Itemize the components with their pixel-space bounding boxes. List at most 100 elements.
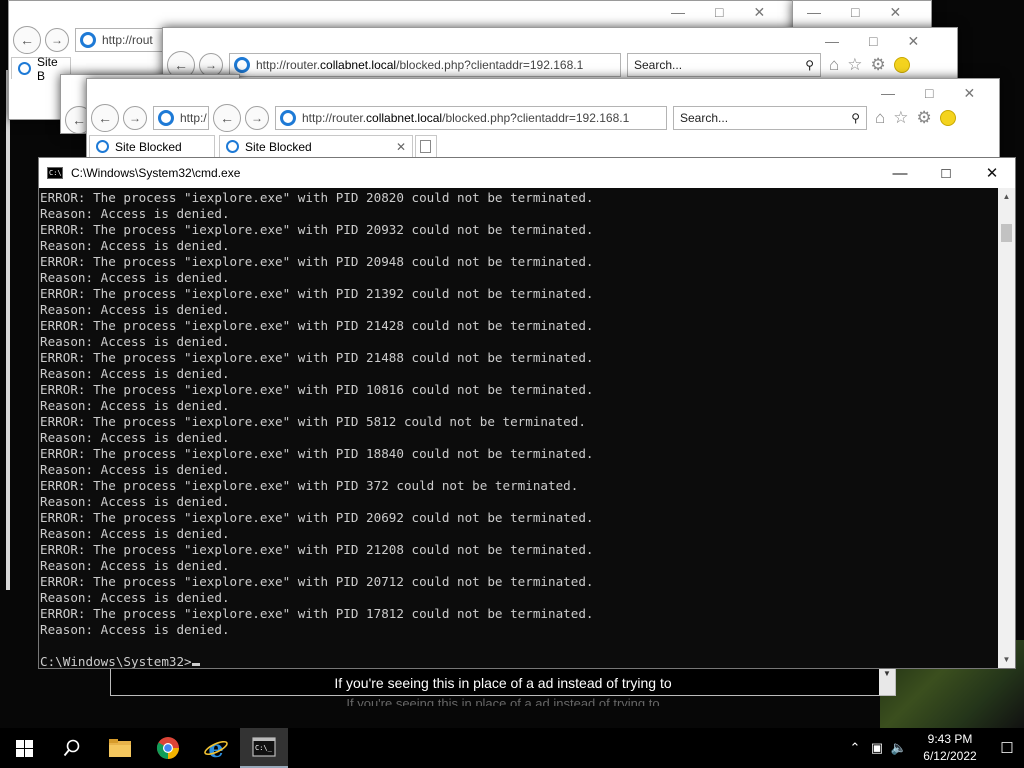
- ie-page-icon: [234, 57, 250, 73]
- search-placeholder: Search...: [634, 58, 683, 72]
- window-controls: — □ ✕: [825, 33, 919, 50]
- cmd-output-line: Reason: Access is denied.: [40, 526, 230, 541]
- cmd-app-icon: C:\: [47, 167, 63, 179]
- clock-date: 6/12/2022: [923, 749, 977, 763]
- maximize-icon[interactable]: □: [923, 158, 969, 188]
- maximize-icon[interactable]: □: [869, 33, 877, 50]
- address-bar-partial[interactable]: http:/: [153, 106, 209, 130]
- address-prefix: http://router.: [302, 111, 367, 125]
- maximize-icon[interactable]: □: [851, 4, 859, 21]
- tab-site-blocked-2[interactable]: Site Blocked ✕: [219, 135, 413, 157]
- minimize-icon[interactable]: —: [671, 4, 685, 21]
- back-button[interactable]: ←: [13, 26, 41, 54]
- volume-icon[interactable]: 🔈: [888, 740, 910, 756]
- search-box[interactable]: Search... ⚲: [673, 106, 867, 130]
- ad-text-echo: If you're seeing this in place of a ad i…: [346, 696, 660, 706]
- cmd-output-line: Reason: Access is denied.: [40, 462, 230, 477]
- ie-tab-icon: [226, 140, 239, 153]
- minimize-icon[interactable]: —: [881, 85, 895, 102]
- ie-window-front[interactable]: ← → http:/ ← → http://router. collabnet.l…: [86, 78, 1000, 160]
- maximize-icon[interactable]: □: [715, 4, 723, 21]
- address-suffix: /blocked.php?clientaddr=192.168.1: [442, 111, 630, 125]
- cmd-output-line: ERROR: The process "iexplore.exe" with P…: [40, 606, 594, 621]
- start-button[interactable]: [0, 728, 48, 768]
- back-button[interactable]: ←: [91, 104, 119, 132]
- minimize-icon[interactable]: —: [825, 33, 839, 50]
- internet-explorer-button[interactable]: e: [192, 728, 240, 768]
- gear-icon[interactable]: ⚙: [871, 55, 886, 75]
- address-bar[interactable]: http://router. collabnet.local/blocked.ph…: [275, 106, 667, 130]
- cmd-output[interactable]: ERROR: The process "iexplore.exe" with P…: [39, 188, 999, 668]
- search-icon[interactable]: ⚲: [805, 58, 814, 72]
- forward-button-2[interactable]: →: [245, 106, 269, 130]
- cmd-window[interactable]: C:\ C:\Windows\System32\cmd.exe — □ ✕ ER…: [38, 157, 1016, 669]
- address-bar[interactable]: http://rout: [75, 28, 175, 52]
- cmd-output-line: ERROR: The process "iexplore.exe" with P…: [40, 286, 594, 301]
- address-domain: collabnet.local: [320, 58, 397, 72]
- close-icon[interactable]: ✕: [969, 158, 1015, 188]
- close-icon[interactable]: ✕: [963, 85, 975, 102]
- cmd-output-line: Reason: Access is denied.: [40, 334, 230, 349]
- scroll-thumb[interactable]: [1001, 224, 1012, 242]
- cmd-scrollbar[interactable]: ▲ ▼: [998, 188, 1015, 668]
- cmd-titlebar[interactable]: C:\ C:\Windows\System32\cmd.exe — □ ✕: [39, 158, 1015, 188]
- home-icon[interactable]: ⌂: [829, 55, 839, 75]
- minimize-icon[interactable]: —: [807, 4, 821, 21]
- maximize-icon[interactable]: □: [925, 85, 933, 102]
- minimize-icon[interactable]: —: [877, 158, 923, 188]
- ie-tab-icon: [18, 62, 31, 75]
- scroll-down-icon[interactable]: ▼: [998, 651, 1015, 668]
- new-tab-button[interactable]: [415, 135, 437, 157]
- cmd-output-line: ERROR: The process "iexplore.exe" with P…: [40, 318, 594, 333]
- search-icon: [63, 739, 80, 757]
- network-icon[interactable]: ▣: [866, 740, 888, 756]
- forward-button[interactable]: →: [45, 28, 69, 52]
- back-button-2[interactable]: ←: [213, 104, 241, 132]
- search-icon[interactable]: ⚲: [851, 111, 860, 125]
- favorites-star-icon[interactable]: ☆: [893, 108, 908, 128]
- search-button[interactable]: [48, 728, 96, 768]
- scroll-up-icon[interactable]: ▲: [998, 188, 1015, 205]
- background-window-edge: [6, 70, 10, 590]
- ie-page-icon: [80, 32, 96, 48]
- favorites-star-icon[interactable]: ☆: [847, 55, 862, 75]
- clock[interactable]: 9:43 PM 6/12/2022: [910, 731, 990, 765]
- chevron-up-icon[interactable]: ⌃: [844, 740, 866, 756]
- cmd-output-line: ERROR: The process "iexplore.exe" with P…: [40, 574, 594, 589]
- gear-icon[interactable]: ⚙: [917, 108, 932, 128]
- forward-button[interactable]: →: [123, 106, 147, 130]
- feedback-smiley-icon[interactable]: [893, 57, 910, 73]
- ie-tab-icon: [96, 140, 109, 153]
- cmd-output-line: Reason: Access is denied.: [40, 270, 230, 285]
- close-icon[interactable]: ✕: [907, 33, 919, 50]
- notification-icon[interactable]: ☐: [990, 739, 1024, 757]
- cmd-output-line: ERROR: The process "iexplore.exe" with P…: [40, 382, 594, 397]
- cmd-output-line: ERROR: The process "iexplore.exe" with P…: [40, 414, 586, 429]
- file-explorer-icon: [109, 739, 131, 757]
- ad-scroll-arrow[interactable]: ▼: [879, 669, 895, 695]
- close-icon[interactable]: ✕: [889, 4, 901, 21]
- address-bar[interactable]: http://router. collabnet.local/blocked.ph…: [229, 53, 621, 77]
- close-icon[interactable]: ✕: [753, 4, 765, 21]
- file-explorer-button[interactable]: [96, 728, 144, 768]
- close-tab-icon[interactable]: ✕: [396, 140, 406, 154]
- feedback-smiley-icon[interactable]: [939, 110, 956, 126]
- search-box[interactable]: Search... ⚲: [627, 53, 821, 77]
- tab-label: Site Blocked: [245, 139, 312, 154]
- cmd-output-line: ERROR: The process "iexplore.exe" with P…: [40, 222, 594, 237]
- home-icon[interactable]: ⌂: [875, 108, 885, 128]
- new-tab-icon: [420, 140, 431, 153]
- cmd-title: C:\Windows\System32\cmd.exe: [71, 166, 241, 180]
- ad-placeholder: If you're seeing this in place of a ad i…: [110, 668, 896, 696]
- system-tray: ⌃ ▣ 🔈 9:43 PM 6/12/2022 ☐: [844, 728, 1024, 768]
- address-text: http:/: [180, 111, 207, 125]
- address-suffix: /blocked.php?clientaddr=192.168.1: [396, 58, 584, 72]
- cmd-output-line: ERROR: The process "iexplore.exe" with P…: [40, 542, 594, 557]
- windows-start-icon: [15, 739, 33, 757]
- taskbar: e C:\_ ⌃ ▣ 🔈 9:43 PM 6/12/2022 ☐: [0, 728, 1024, 768]
- cmd-taskbar-button[interactable]: C:\_: [240, 728, 288, 768]
- text-cursor: [191, 663, 200, 666]
- chrome-button[interactable]: [144, 728, 192, 768]
- tab-site-blocked-1[interactable]: Site Blocked: [89, 135, 215, 157]
- tab-label: Site Blocked: [115, 139, 182, 154]
